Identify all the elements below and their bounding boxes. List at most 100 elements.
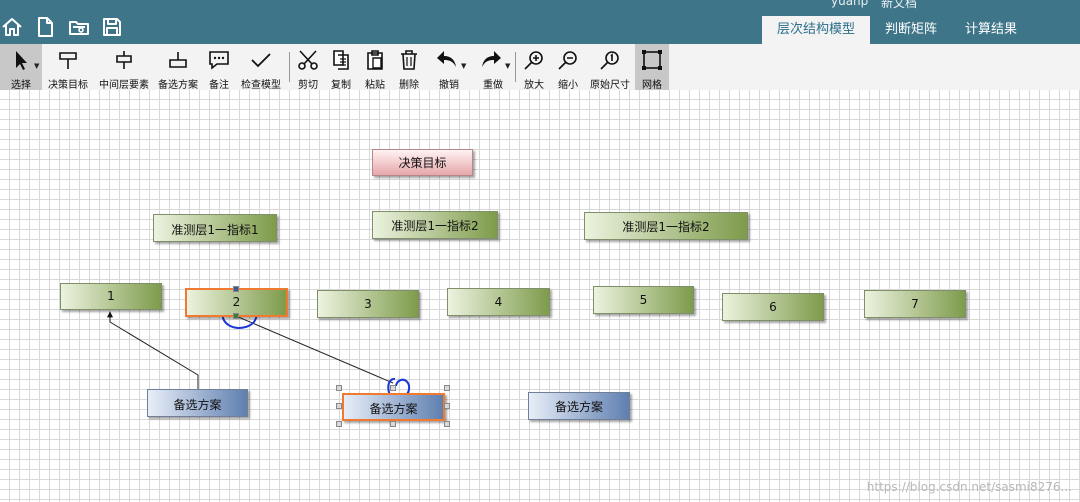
redo-button[interactable]: ▼ 重做 bbox=[474, 44, 512, 91]
user-name: yuanp bbox=[831, 0, 869, 8]
save-icon[interactable] bbox=[100, 15, 124, 39]
alternative-tool-button[interactable]: 备选方案 bbox=[155, 44, 201, 91]
zoom-in-button[interactable]: 放大 bbox=[520, 44, 548, 91]
resize-handle[interactable] bbox=[444, 385, 450, 391]
new-file-icon[interactable] bbox=[33, 15, 57, 39]
grid-toggle-button[interactable]: 网格 bbox=[635, 44, 669, 91]
undo-icon bbox=[436, 51, 456, 67]
toolbar: ▼ 选择 决策目标 中间层要素 备选方案 备注 检查模型 剪切 复制 粘贴 删除… bbox=[0, 44, 1080, 91]
subcriteria-node[interactable]: 1 bbox=[60, 283, 162, 310]
criteria-node[interactable]: 准测层1一指标2 bbox=[372, 211, 498, 239]
node-label: 1 bbox=[107, 289, 115, 303]
toolbar-separator bbox=[515, 52, 516, 82]
criteria-node[interactable]: 准测层1一指标2 bbox=[584, 212, 748, 240]
undo-button[interactable]: ▼ 撤销 bbox=[430, 44, 468, 91]
tool-label: 检查模型 bbox=[241, 80, 281, 91]
connection-handle[interactable] bbox=[233, 313, 239, 319]
tool-label: 备注 bbox=[209, 80, 229, 91]
goal-node-icon bbox=[59, 52, 77, 69]
trash-icon bbox=[401, 50, 417, 70]
scissors-icon bbox=[298, 50, 318, 70]
tool-label: 原始尺寸 bbox=[590, 80, 630, 91]
tool-label: 缩小 bbox=[558, 80, 578, 91]
resize-handle[interactable] bbox=[444, 403, 450, 409]
alternative-node-selected[interactable]: 备选方案 bbox=[342, 393, 445, 421]
tool-label: 备选方案 bbox=[158, 80, 198, 91]
node-label: 6 bbox=[769, 300, 777, 314]
subcriteria-node[interactable]: 4 bbox=[447, 288, 550, 316]
node-label: 准测层1一指标1 bbox=[171, 223, 259, 237]
alternative-node-icon bbox=[169, 52, 187, 68]
title-bar: yuanp 新文档 层次结构模型 判断矩阵 计算结果 bbox=[0, 0, 1080, 44]
node-label: 3 bbox=[364, 297, 372, 311]
node-label: 备选方案 bbox=[554, 400, 603, 414]
comment-tool-button[interactable]: 备注 bbox=[204, 44, 234, 91]
node-label: 备选方案 bbox=[173, 398, 222, 412]
tool-label: 放大 bbox=[524, 80, 544, 91]
node-label: 准测层1一指标2 bbox=[622, 220, 710, 234]
redo-icon bbox=[481, 51, 501, 67]
resize-handle[interactable] bbox=[336, 385, 342, 391]
tab-judgment-matrix[interactable]: 判断矩阵 bbox=[874, 16, 948, 44]
check-model-button[interactable]: 检查模型 bbox=[238, 44, 284, 91]
subcriteria-node[interactable]: 6 bbox=[722, 293, 824, 321]
resize-handle[interactable] bbox=[444, 421, 450, 427]
goal-node[interactable]: 决策目标 bbox=[372, 149, 473, 176]
resize-handle[interactable] bbox=[390, 385, 396, 391]
node-label: 4 bbox=[494, 295, 503, 309]
tool-label: 中间层要素 bbox=[99, 80, 149, 91]
copy-button[interactable]: 复制 bbox=[327, 44, 355, 91]
criteria-node[interactable]: 准测层1一指标1 bbox=[153, 214, 277, 242]
tab-hierarchy-model[interactable]: 层次结构模型 bbox=[762, 16, 870, 44]
node-label: 决策目标 bbox=[398, 156, 447, 170]
toolbar-separator bbox=[289, 52, 290, 82]
copy-icon bbox=[333, 50, 349, 70]
watermark: https://blog.csdn.net/sasmi8276... bbox=[866, 480, 1072, 494]
select-dropdown-arrow[interactable]: ▼ bbox=[34, 62, 39, 70]
delete-button[interactable]: 删除 bbox=[395, 44, 423, 91]
node-label: 2 bbox=[232, 295, 241, 309]
tab-label: 判断矩阵 bbox=[884, 22, 937, 37]
paste-button[interactable]: 粘贴 bbox=[361, 44, 389, 91]
tool-label: 粘贴 bbox=[365, 80, 385, 91]
node-label: 准测层1一指标2 bbox=[391, 219, 479, 233]
zoom-in-icon bbox=[524, 51, 543, 70]
actual-size-button[interactable]: 原始尺寸 bbox=[587, 44, 633, 91]
grid-icon bbox=[642, 50, 662, 70]
resize-handle[interactable] bbox=[390, 421, 396, 427]
alternative-node[interactable]: 备选方案 bbox=[147, 389, 248, 417]
tool-label: 决策目标 bbox=[48, 80, 88, 91]
resize-handle[interactable] bbox=[336, 403, 342, 409]
subcriteria-node[interactable]: 7 bbox=[864, 290, 966, 318]
criteria-node-icon bbox=[116, 51, 132, 69]
subcriteria-node[interactable]: 5 bbox=[593, 286, 694, 314]
home-icon[interactable] bbox=[0, 15, 24, 39]
node-label: 5 bbox=[639, 293, 648, 307]
document-name: 新文档 bbox=[881, 0, 918, 10]
tool-label: 删除 bbox=[399, 80, 419, 91]
redo-dropdown-arrow[interactable]: ▼ bbox=[505, 62, 510, 70]
goal-tool-button[interactable]: 决策目标 bbox=[44, 44, 92, 91]
resize-handle[interactable] bbox=[336, 421, 342, 427]
alternative-node[interactable]: 备选方案 bbox=[528, 392, 630, 420]
undo-dropdown-arrow[interactable]: ▼ bbox=[461, 62, 466, 70]
tool-label: 重做 bbox=[483, 80, 503, 91]
tab-label: 层次结构模型 bbox=[776, 22, 855, 37]
connection-handle[interactable] bbox=[233, 286, 239, 292]
zoom-out-button[interactable]: 缩小 bbox=[554, 44, 582, 91]
pointer-icon bbox=[16, 51, 27, 70]
paste-icon bbox=[367, 50, 383, 70]
comment-icon bbox=[209, 51, 229, 70]
node-label: 7 bbox=[911, 297, 919, 311]
tool-label: 复制 bbox=[331, 80, 351, 91]
cut-button[interactable]: 剪切 bbox=[294, 44, 322, 91]
criteria-tool-button[interactable]: 中间层要素 bbox=[95, 44, 153, 91]
tab-calculation-results[interactable]: 计算结果 bbox=[954, 16, 1028, 44]
app-window: yuanp 新文档 层次结构模型 判断矩阵 计算结果 ▼ 选择 决策目标 中间层… bbox=[0, 0, 1080, 502]
select-tool-button[interactable]: ▼ 选择 bbox=[0, 44, 42, 91]
subcriteria-node[interactable]: 3 bbox=[317, 290, 419, 318]
node-label: 备选方案 bbox=[369, 402, 418, 416]
open-folder-icon[interactable] bbox=[67, 15, 91, 39]
tool-label: 剪切 bbox=[298, 80, 318, 91]
tab-label: 计算结果 bbox=[964, 22, 1017, 37]
